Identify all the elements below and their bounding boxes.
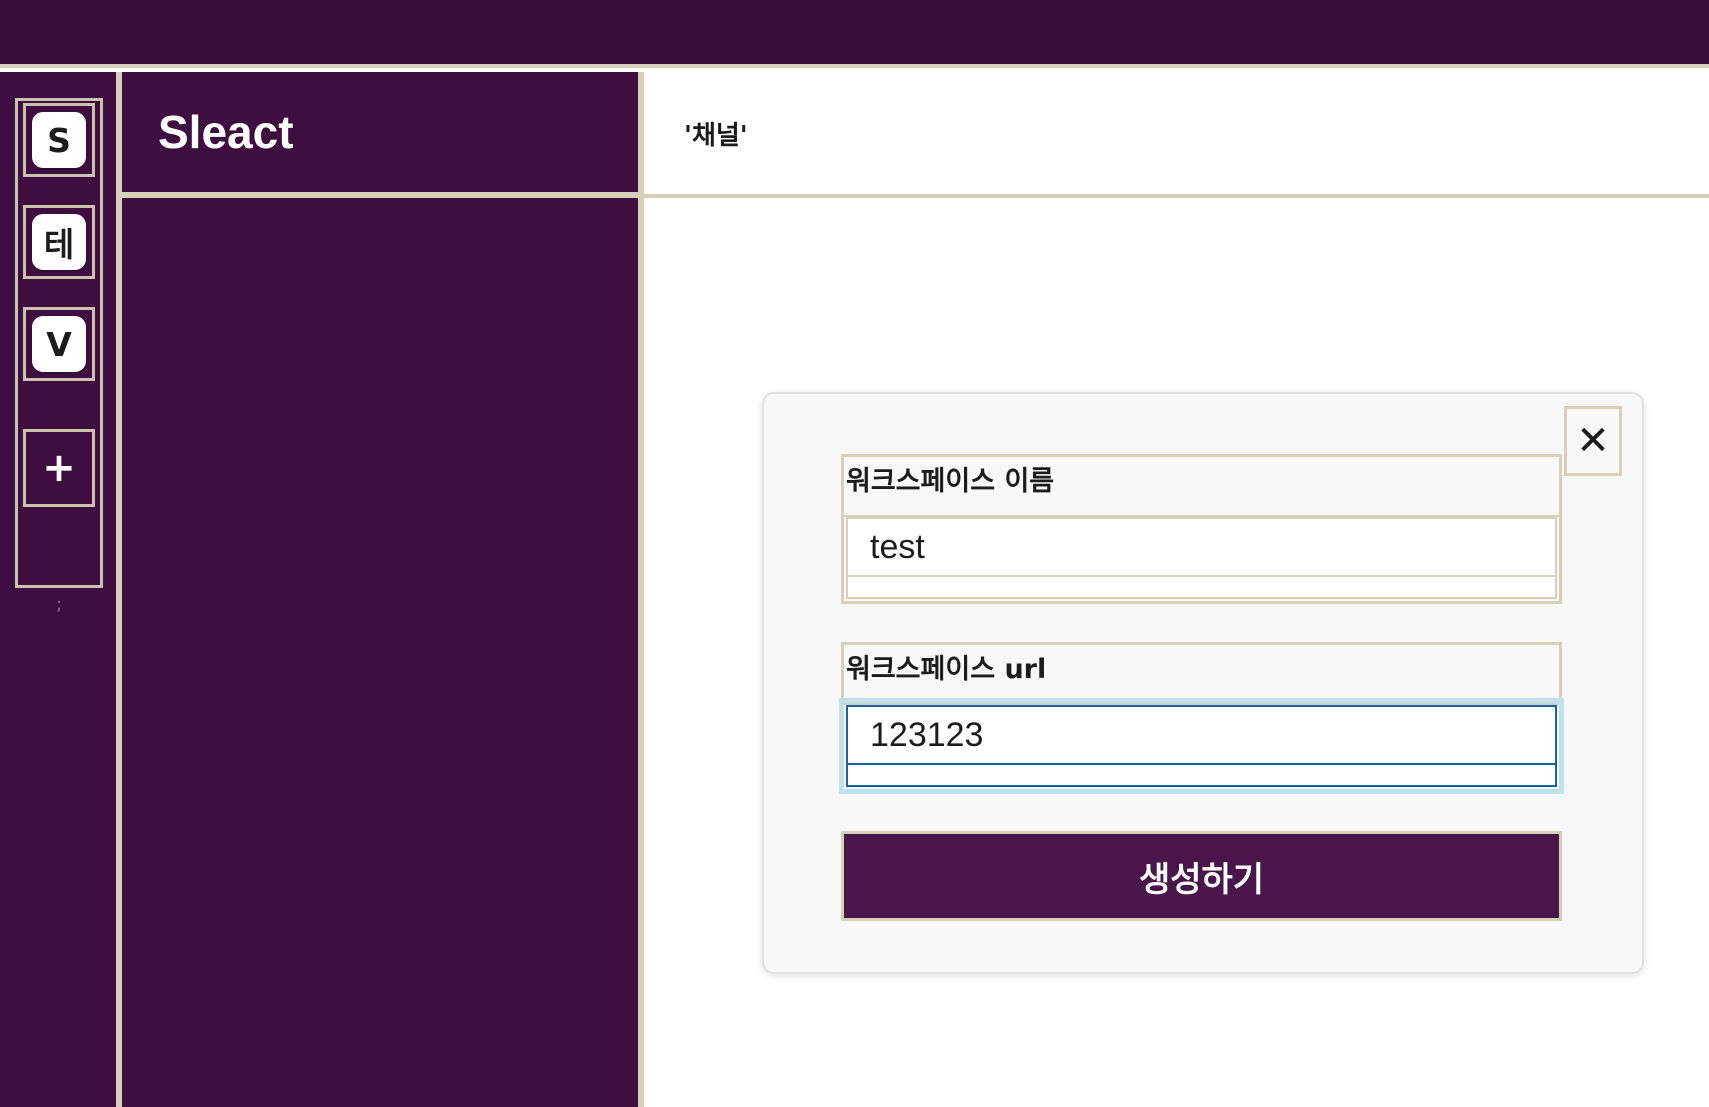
add-workspace-button[interactable]: + <box>23 429 95 507</box>
workspace-header[interactable]: Sleact <box>122 72 638 198</box>
input-underline <box>846 577 1557 599</box>
channel-sidebar: Sleact <box>122 72 644 1107</box>
input-underline <box>846 765 1557 787</box>
workspace-item[interactable]: V <box>23 307 95 381</box>
workspace-name-field: 워크스페이스 이름 <box>841 454 1562 604</box>
workspace-name-input[interactable] <box>846 517 1557 577</box>
workspace-item[interactable]: S <box>23 103 95 177</box>
workspace-button[interactable]: S <box>32 112 86 168</box>
workspace-name-label: 워크스페이스 이름 <box>846 466 1055 497</box>
workspace-rail: S 테 V + ; <box>0 72 122 1107</box>
create-button[interactable]: 생성하기 <box>841 831 1562 921</box>
workspace-url-input[interactable] <box>846 705 1557 765</box>
close-button[interactable]: ✕ <box>1564 406 1622 476</box>
workspace-button[interactable]: 테 <box>32 214 86 270</box>
workspace-name: Sleact <box>158 106 294 158</box>
create-workspace-modal: ✕ 워크스페이스 이름 워크스페이스 url 생성하기 <box>762 392 1644 974</box>
rail-separator: ; <box>56 594 63 615</box>
workspace-url-field: 워크스페이스 url <box>841 642 1562 792</box>
workspace-item[interactable]: 테 <box>23 205 95 279</box>
close-icon: ✕ <box>1576 418 1610 464</box>
input-wrapper <box>844 703 1559 789</box>
channel-title: '채널' <box>684 120 748 151</box>
workspace-url-label: 워크스페이스 url <box>846 654 1047 685</box>
workspace-button[interactable]: V <box>32 316 86 372</box>
workspace-list: S 테 V + <box>15 98 103 588</box>
input-wrapper <box>844 515 1559 601</box>
top-header-bar <box>0 0 1709 68</box>
channel-header: '채널' <box>644 72 1709 198</box>
